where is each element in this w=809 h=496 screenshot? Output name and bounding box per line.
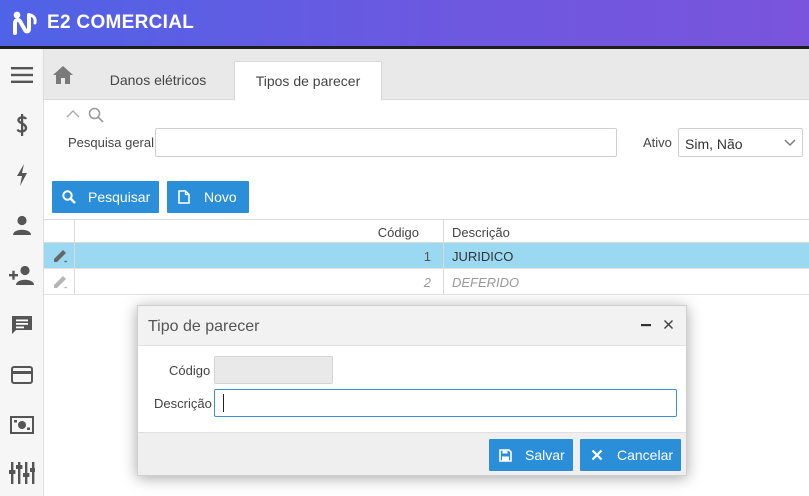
sidebar-item-pessoa[interactable] [0, 205, 44, 245]
message-icon [12, 316, 32, 334]
text-cursor [223, 394, 224, 412]
tipo-parecer-dialog: Tipo de parecer Código Descrição Salvar … [137, 305, 687, 476]
code-field [214, 356, 333, 384]
new-button-label: Novo [204, 189, 237, 205]
app-header: E2 COMERCIAL [0, 0, 809, 46]
description-label: Descrição [154, 396, 212, 411]
sidebar-menu-button[interactable] [0, 55, 44, 95]
sidebar-item-dinheiro[interactable] [0, 405, 44, 445]
search-input[interactable] [155, 128, 617, 157]
money-icon [10, 416, 34, 434]
column-separator [74, 220, 75, 242]
table-row[interactable]: 1 JURIDICO [44, 243, 809, 269]
brand-logo-icon [13, 11, 37, 35]
sidebar-item-financeiro[interactable] [0, 105, 44, 145]
code-label: Código [169, 363, 211, 378]
home-tab[interactable] [44, 49, 82, 100]
ativo-select-value: Sim, Não [685, 136, 743, 152]
home-icon [53, 65, 73, 84]
cancel-button-label: Cancelar [617, 447, 674, 463]
save-button-label: Salvar [525, 447, 565, 463]
save-button[interactable]: Salvar [489, 439, 573, 471]
column-separator [443, 243, 444, 268]
equalizer-icon [9, 462, 35, 484]
cell-descricao: DEFERIDO [452, 275, 520, 290]
pencil-icon[interactable] [52, 274, 68, 290]
person-icon [13, 215, 31, 235]
column-separator [443, 269, 444, 294]
search-button[interactable]: Pesquisar [52, 181, 159, 213]
description-input[interactable] [214, 389, 677, 417]
dollar-icon [16, 114, 28, 136]
sidebar-item-mensagens[interactable] [0, 305, 44, 345]
cell-codigo: 2 [423, 275, 431, 290]
collapse-chevron-icon[interactable] [66, 109, 80, 119]
close-icon[interactable] [663, 319, 674, 330]
new-button[interactable]: Novo [167, 181, 249, 213]
tab-danos-eletricos[interactable]: Danos elétricos [90, 61, 226, 100]
credit-card-icon [11, 366, 33, 384]
sidebar-item-energia[interactable] [0, 155, 44, 195]
brand: E2 COMERCIAL [12, 11, 194, 35]
search-button-label: Pesquisar [88, 189, 151, 205]
sidebar-item-ajustes[interactable] [0, 453, 44, 493]
search-toggle-icon[interactable] [88, 107, 104, 123]
brand-name: E2 COMERCIAL [47, 12, 195, 33]
sidebar [0, 49, 44, 496]
cell-descricao: JURIDICO [452, 249, 514, 264]
cell-codigo: 1 [423, 249, 431, 264]
dialog-footer: Salvar Cancelar [138, 432, 686, 475]
column-header-codigo[interactable]: Código [378, 225, 419, 240]
sidebar-item-cartao[interactable] [0, 355, 44, 395]
grid-header: Código Descrição [44, 219, 809, 243]
table-row[interactable]: 2 DEFERIDO [44, 269, 809, 295]
document-icon [178, 190, 190, 204]
person-add-icon [9, 265, 34, 285]
menu-icon [11, 67, 33, 83]
ativo-label: Ativo [643, 135, 672, 150]
column-header-descricao[interactable]: Descrição [452, 225, 510, 240]
tab-bar: Danos elétricos Tipos de parecer [44, 49, 809, 101]
column-separator [74, 269, 75, 294]
dialog-title: Tipo de parecer [148, 318, 260, 335]
ativo-select[interactable]: Sim, Não [678, 128, 803, 157]
minimize-icon[interactable] [640, 318, 652, 330]
dialog-header: Tipo de parecer [138, 306, 686, 346]
search-label: Pesquisa geral [68, 135, 154, 150]
search-icon [62, 190, 76, 204]
save-icon [499, 448, 512, 462]
column-separator [443, 220, 444, 242]
results-grid: Código Descrição 1 JURIDICO 2 DEFERIDO [44, 219, 809, 295]
pencil-icon[interactable] [52, 248, 68, 264]
chevron-down-icon [784, 139, 796, 146]
tab-tipos-de-parecer[interactable]: Tipos de parecer [234, 61, 382, 101]
sidebar-item-novo-cliente[interactable] [0, 255, 44, 295]
close-icon [591, 449, 603, 461]
column-separator [74, 243, 75, 268]
cancel-button[interactable]: Cancelar [580, 439, 681, 471]
lightning-icon [17, 164, 27, 186]
